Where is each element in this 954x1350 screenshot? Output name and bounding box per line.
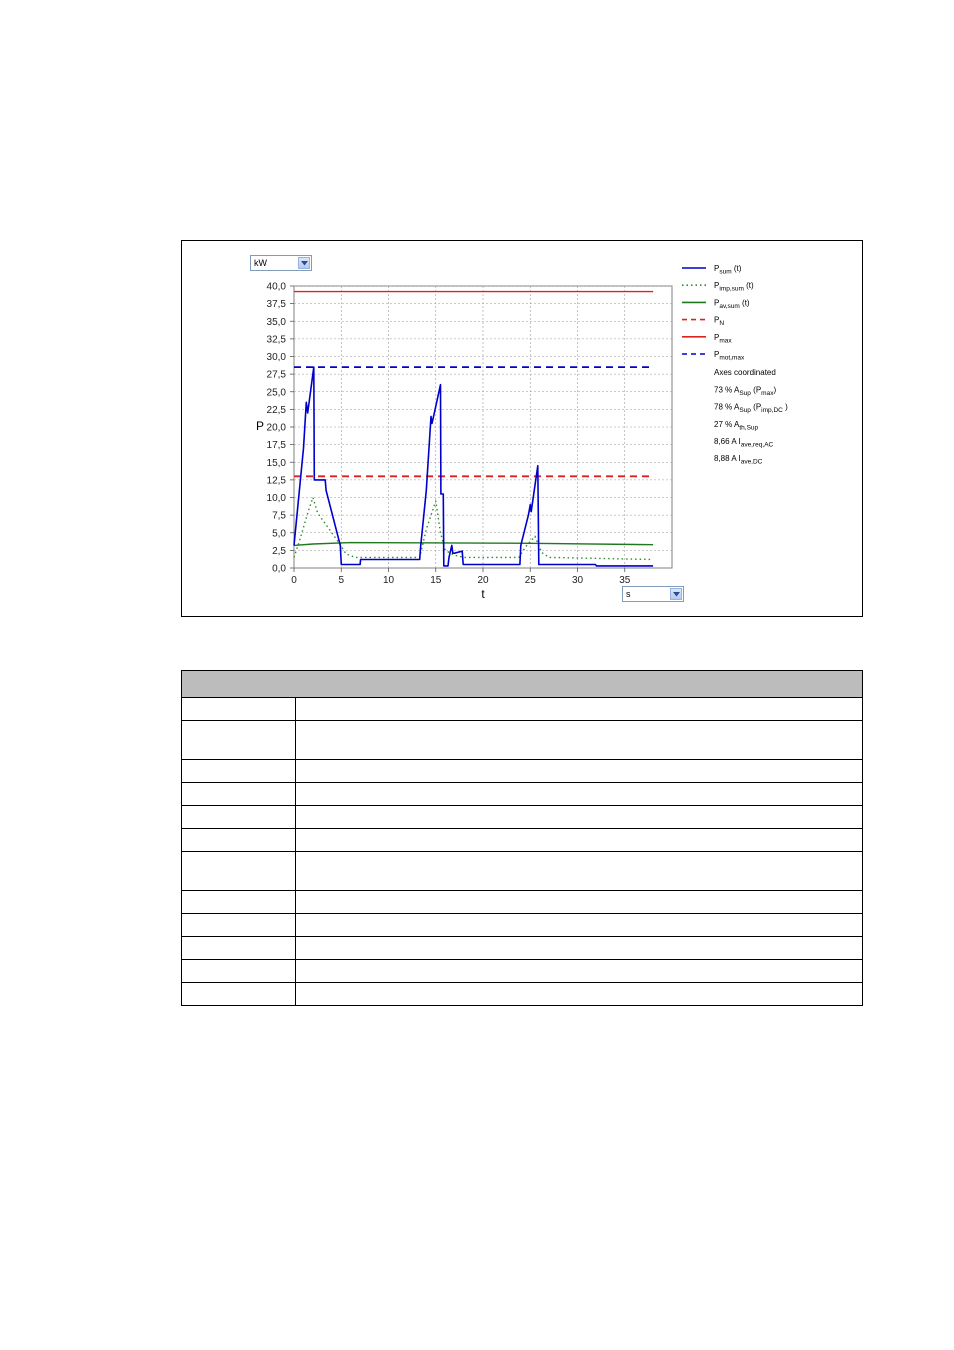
table-row [181,782,863,806]
table-cell-value [295,828,863,852]
table-cell-value [295,959,863,983]
parameter-table [181,670,863,1006]
table-cell-label [181,851,296,891]
y-axis-label: P [256,419,264,433]
table-cell-label [181,936,296,960]
table-cell-value [295,936,863,960]
legend-label: PN [714,316,724,328]
table-cell-label [181,697,296,721]
y-tick-label: 40,0 [267,282,287,293]
table-cell-label [181,959,296,983]
legend-label: Pimp,sum (t) [714,281,754,293]
y-tick-label: 17,5 [267,440,287,451]
legend-info-line: 73 % ASup (Pmax) [714,385,776,397]
table-cell-value [295,782,863,806]
x-axis-label: t [481,587,485,601]
x-tick-label: 25 [525,575,537,586]
table-cell-value [295,720,863,760]
y-tick-label: 5,0 [272,528,286,539]
table-cell-label [181,913,296,937]
table-cell-value [295,759,863,783]
x-tick-label: 5 [338,575,344,586]
unit-dropdown-value: kW [254,258,267,268]
x-tick-label: 10 [383,575,395,586]
chevron-down-icon[interactable] [670,588,682,600]
table-row [181,936,863,960]
y-tick-label: 30,0 [267,352,287,363]
legend-info-line: 8,66 A Iave,req,AC [714,437,774,449]
table-cell-label [181,805,296,829]
table-row [181,805,863,829]
table-row [181,913,863,937]
y-tick-label: 15,0 [267,458,287,469]
chart-panel: 0,0 2,5 5,0 7,5 10,0 12,5 15,0 17,5 20,0 22,5 25,0… [181,240,863,617]
legend-info-line: 27 % Ath,Sup [714,420,759,432]
table-cell-value [295,697,863,721]
unit-dropdown[interactable]: kW [250,255,312,271]
y-tick-label: 37,5 [267,299,287,310]
table-cell-label [181,720,296,760]
table-row [181,759,863,783]
table-cell-label [181,828,296,852]
y-tick-label: 25,0 [267,387,287,398]
power-chart: 0,0 2,5 5,0 7,5 10,0 12,5 15,0 17,5 20,0 22,5 25,0… [256,264,788,601]
legend-label: Pmot,max [714,350,745,362]
x-tick-label: 15 [430,575,442,586]
table-cell-value [295,851,863,891]
table-cell-label [181,782,296,806]
y-tick-label: 0,0 [272,564,286,575]
table-cell-label [181,982,296,1006]
table-cell-value [295,982,863,1006]
table-row [181,959,863,983]
table-cell-label [181,890,296,914]
legend-label: Pav,sum (t) [714,298,750,310]
legend-label: Pmax [714,333,732,345]
time-unit-dropdown[interactable]: s [622,586,684,602]
y-tick-label: 35,0 [267,317,287,328]
legend-info-line: 78 % ASup (Pimp,DC ) [714,403,788,415]
table-cell-value [295,913,863,937]
y-tick-label: 2,5 [272,546,286,557]
time-unit-dropdown-value: s [626,589,631,599]
y-tick-label: 20,0 [267,423,287,434]
chevron-down-icon[interactable] [298,257,310,269]
legend-info-line: 8,88 A Iave,DC [714,454,763,466]
table-cell-value [295,890,863,914]
y-tick-label: 22,5 [267,405,287,416]
table-row [181,851,863,891]
legend-label: Psum (t) [714,264,742,276]
x-tick-label: 30 [572,575,584,586]
y-tick-label: 10,0 [267,493,287,504]
table-header [181,670,863,698]
table-cell-value [295,805,863,829]
y-tick-label: 7,5 [272,511,286,522]
table-row [181,697,863,721]
table-row [181,720,863,760]
table-row [181,890,863,914]
x-tick-label: 20 [477,575,489,586]
y-tick-label: 27,5 [267,370,287,381]
axes-coordinated-label: Axes coordinated [714,368,776,377]
x-tick-label: 35 [619,575,631,586]
y-tick-label: 32,5 [267,334,287,345]
x-tick-label: 0 [291,575,297,586]
table-row [181,982,863,1006]
table-header-row [181,670,863,698]
y-tick-label: 12,5 [267,475,287,486]
table-row [181,828,863,852]
table-cell-label [181,759,296,783]
